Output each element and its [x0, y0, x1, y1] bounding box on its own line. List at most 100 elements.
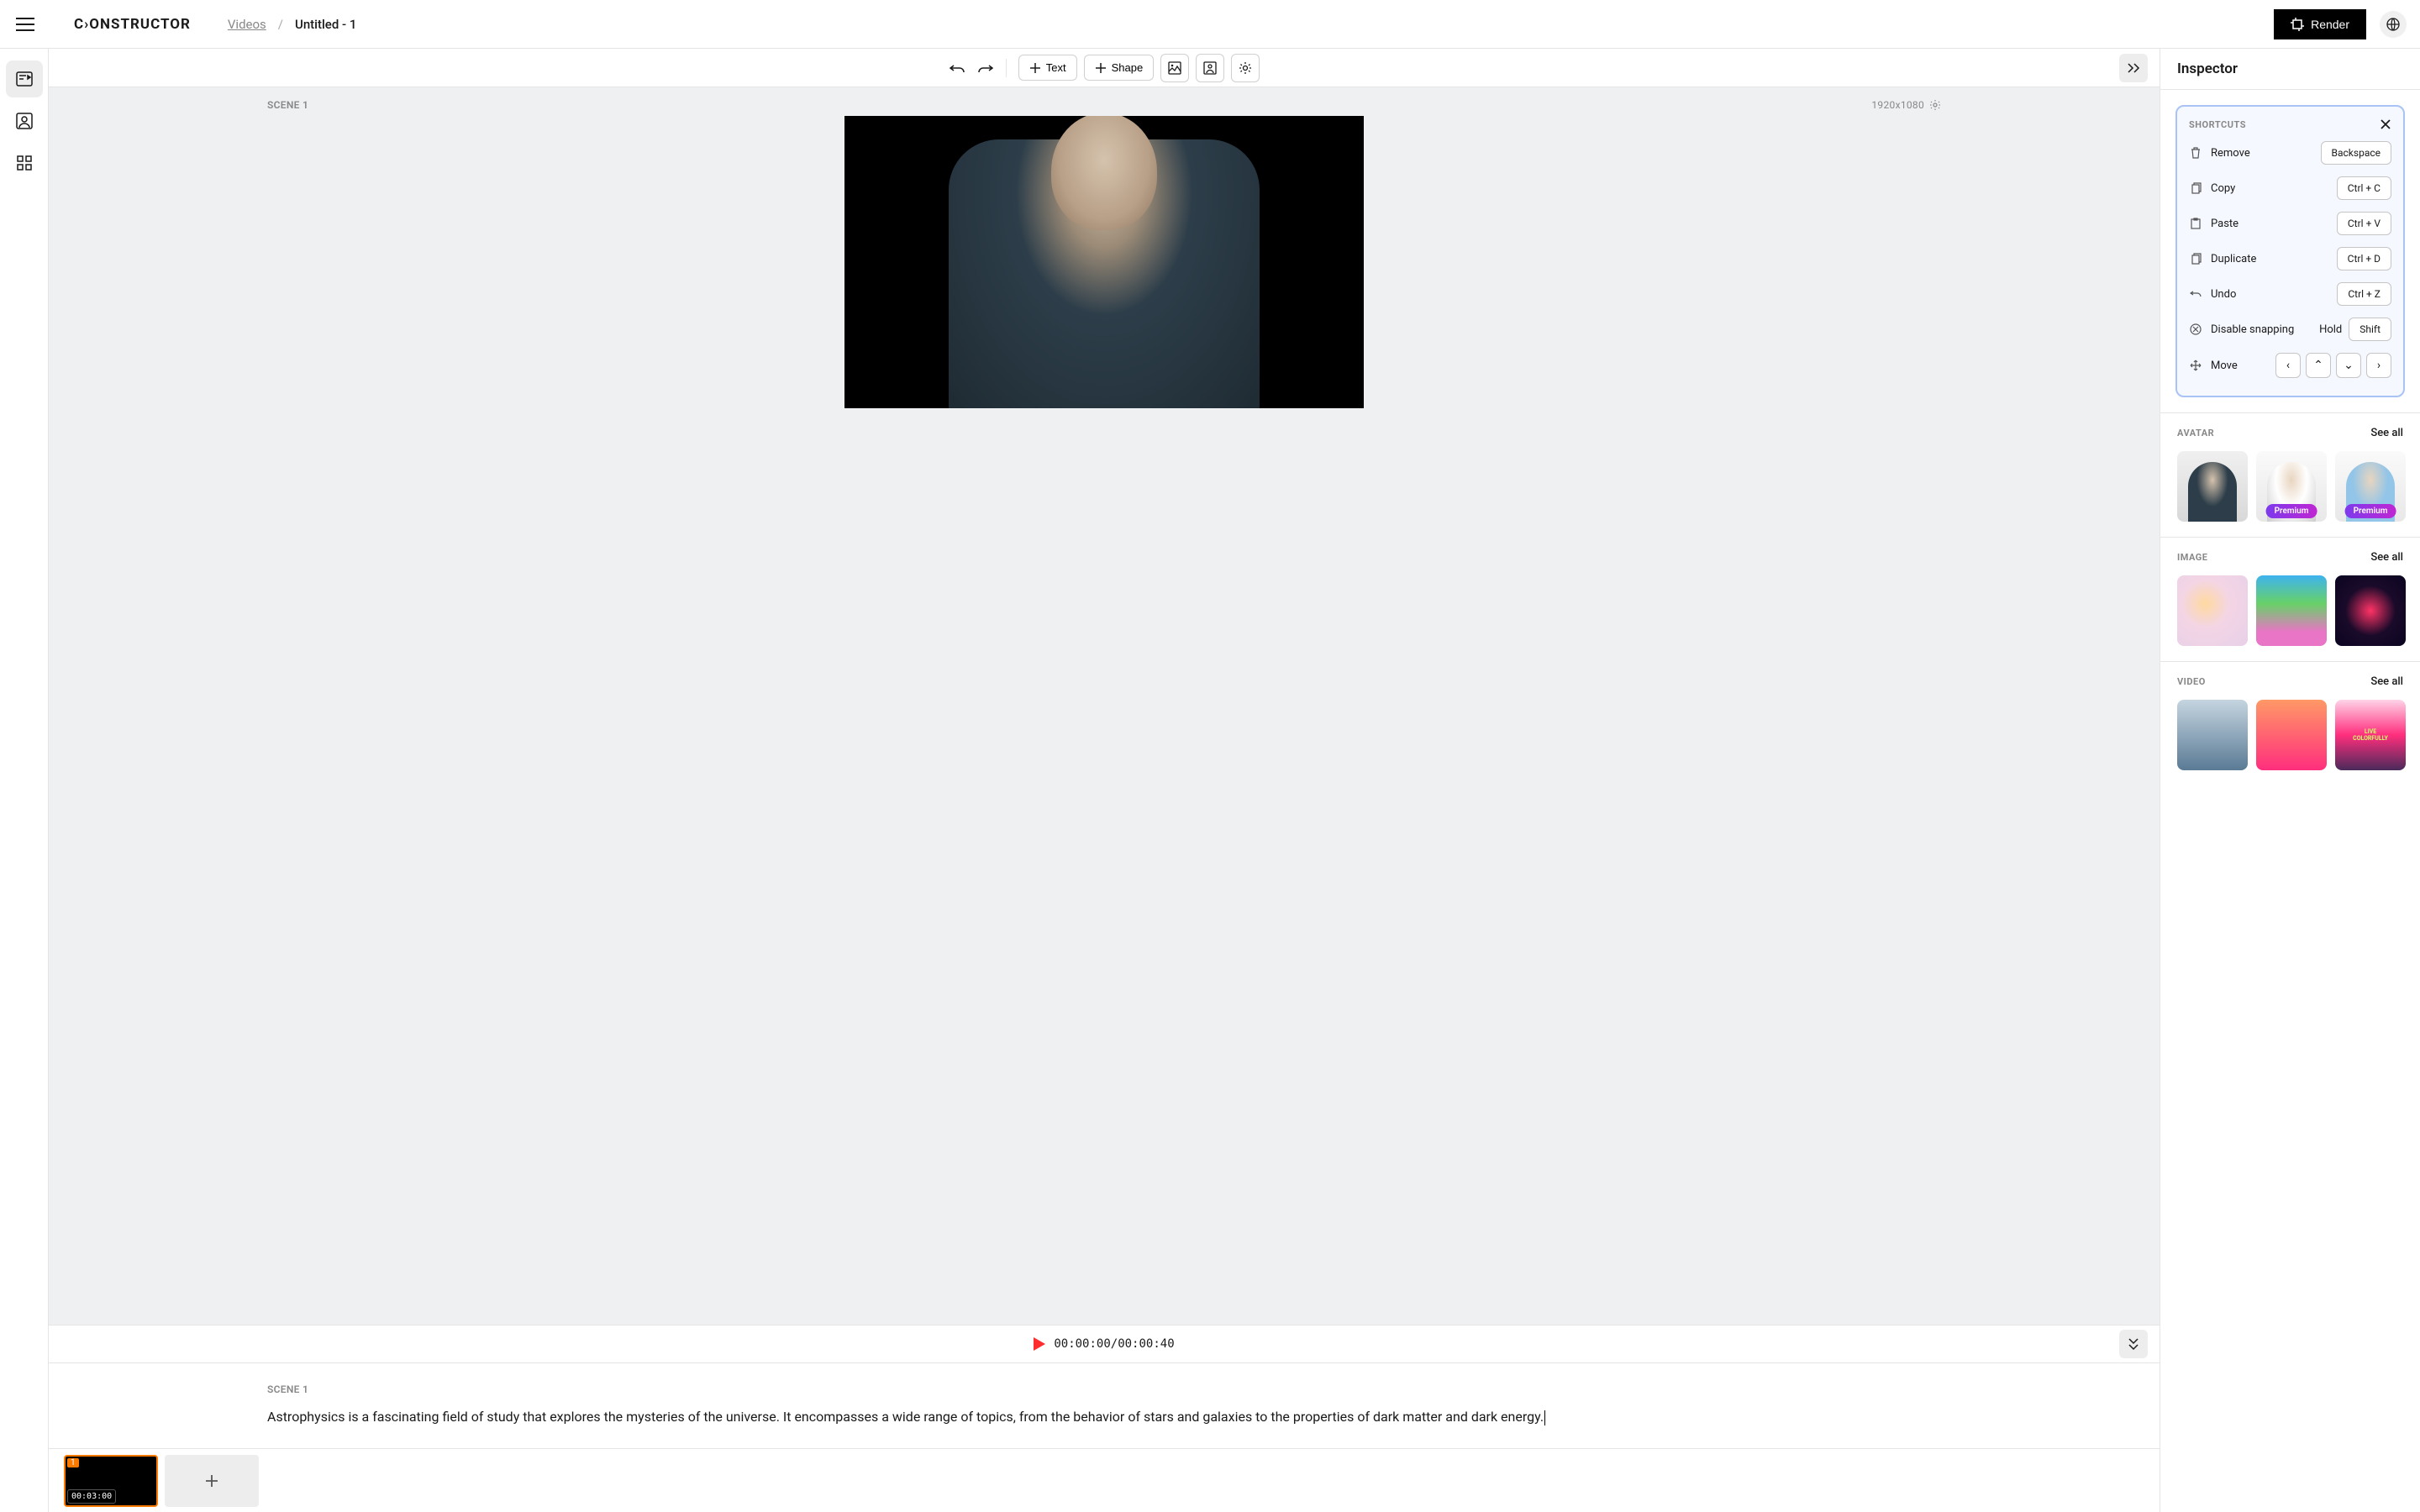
shortcuts-panel: SHORTCUTS Remove Backspace Copy Ctrl + C [2175, 105, 2405, 397]
paste-icon [2189, 217, 2202, 230]
plus-icon [1095, 62, 1107, 74]
avatar-icon [16, 113, 33, 129]
trash-icon [2189, 146, 2202, 160]
avatar-section-title: AVATAR [2177, 428, 2214, 438]
undo-icon [950, 64, 965, 72]
play-icon [1034, 1337, 1045, 1351]
avatar-figure [949, 139, 1260, 408]
undo-button[interactable] [949, 60, 965, 76]
arrow-up-key[interactable]: ⌃ [2306, 353, 2331, 378]
avatar-insert-button[interactable] [1196, 54, 1224, 82]
arrow-left-key[interactable]: ‹ [2275, 353, 2301, 378]
image-see-all[interactable]: See all [2370, 551, 2403, 564]
globe-icon [2386, 18, 2400, 31]
hold-label: Hold [2319, 323, 2342, 336]
render-icon [2291, 18, 2304, 31]
logo: C›ONSTRUCTOR [74, 16, 191, 33]
shortcut-copy-key: Ctrl + C [2337, 176, 2391, 200]
timeline-clip[interactable]: 1 00:03:00 [64, 1455, 158, 1507]
scene-label: SCENE 1 [267, 99, 308, 111]
redo-icon [978, 64, 993, 72]
video-section-title: VIDEO [2177, 676, 2206, 687]
collapse-inspector[interactable] [2119, 54, 2148, 82]
redo-button[interactable] [977, 60, 994, 76]
shortcut-move-label: Move [2211, 360, 2238, 372]
scenes-icon [16, 71, 33, 87]
shortcut-copy-label: Copy [2211, 182, 2235, 195]
shortcut-undo-label: Undo [2211, 288, 2236, 301]
avatar-insert-icon [1203, 61, 1217, 75]
clip-time: 00:03:00 [67, 1489, 116, 1504]
video-canvas[interactable] [844, 116, 1364, 408]
script-scene-label: SCENE 1 [267, 1383, 1941, 1395]
breadcrumb-current: Untitled - 1 [295, 17, 356, 32]
sidebar-templates[interactable] [6, 144, 43, 181]
language-button[interactable] [2380, 11, 2407, 38]
image-thumb-2[interactable] [2256, 575, 2327, 646]
avatar-see-all[interactable]: See all [2370, 427, 2403, 439]
snap-icon [2189, 323, 2202, 336]
video-see-all[interactable]: See all [2370, 675, 2403, 688]
copy-icon [2189, 181, 2202, 195]
shortcut-duplicate-label: Duplicate [2211, 253, 2256, 265]
image-section-title: IMAGE [2177, 552, 2207, 563]
chevrons-right-icon [2127, 62, 2140, 74]
avatar-thumb-1[interactable] [2177, 451, 2248, 522]
arrow-right-key[interactable]: › [2366, 353, 2391, 378]
image-thumb-1[interactable] [2177, 575, 2248, 646]
shortcut-duplicate-key: Ctrl + D [2337, 247, 2391, 270]
gear-icon [1239, 61, 1252, 75]
image-thumb-3[interactable] [2335, 575, 2406, 646]
divider [1006, 59, 1007, 77]
duplicate-icon [2189, 252, 2202, 265]
breadcrumb-sep: / [278, 17, 283, 32]
arrow-down-key[interactable]: ⌄ [2336, 353, 2361, 378]
play-button[interactable] [1034, 1337, 1045, 1351]
avatar-thumb-2[interactable]: Premium [2256, 451, 2327, 522]
breadcrumb: Videos / Untitled - 1 [228, 17, 357, 32]
close-shortcuts[interactable] [2380, 118, 2391, 130]
menu-button[interactable] [13, 13, 37, 36]
undo-small-icon [2189, 287, 2202, 301]
shortcut-snap-key: Shift [2349, 318, 2391, 341]
player-time: 00:00:00/00:00:40 [1054, 1337, 1174, 1351]
shortcut-snap-label: Disable snapping [2211, 323, 2294, 336]
text-label: Text [1046, 61, 1066, 74]
shortcut-remove-key: Backspace [2321, 141, 2391, 165]
video-thumb-1[interactable] [2177, 700, 2248, 770]
shape-button[interactable]: Shape [1084, 55, 1155, 81]
settings-button[interactable] [1231, 54, 1260, 82]
video-thumb-3[interactable]: LIVE COLORFULLY [2335, 700, 2406, 770]
canvas-dimensions: 1920x1080 [1871, 99, 1924, 111]
shortcut-remove-label: Remove [2211, 147, 2250, 160]
text-button[interactable]: Text [1018, 55, 1077, 81]
sidebar-avatar[interactable] [6, 102, 43, 139]
premium-badge: Premium [2266, 504, 2317, 518]
inspector-title: Inspector [2160, 49, 2420, 90]
shortcut-undo-key: Ctrl + Z [2337, 282, 2391, 306]
render-button[interactable]: Render [2274, 9, 2366, 39]
video-thumb-2[interactable] [2256, 700, 2327, 770]
breadcrumb-parent[interactable]: Videos [228, 17, 266, 32]
shape-label: Shape [1112, 61, 1144, 74]
avatar-thumb-3[interactable]: Premium [2335, 451, 2406, 522]
script-textarea[interactable]: Astrophysics is a fascinating field of s… [267, 1407, 1941, 1428]
grid-icon [17, 155, 32, 171]
plus-icon [204, 1473, 219, 1488]
shortcut-paste-label: Paste [2211, 218, 2238, 230]
image-icon [1168, 61, 1181, 75]
clip-number: 1 [67, 1458, 79, 1467]
image-button[interactable] [1160, 54, 1189, 82]
gear-icon[interactable] [1929, 99, 1941, 111]
avatar-head [1051, 116, 1157, 230]
plus-icon [1029, 62, 1041, 74]
render-label: Render [2311, 18, 2349, 31]
video-thumb-text: LIVE COLORFULLY [2353, 728, 2388, 742]
chevrons-down-icon [2128, 1337, 2139, 1351]
close-icon [2380, 118, 2391, 130]
premium-badge: Premium [2345, 504, 2396, 518]
collapse-player[interactable] [2119, 1330, 2148, 1358]
sidebar-scenes[interactable] [6, 60, 43, 97]
shortcut-paste-key: Ctrl + V [2337, 212, 2391, 235]
add-clip-button[interactable] [165, 1455, 259, 1507]
